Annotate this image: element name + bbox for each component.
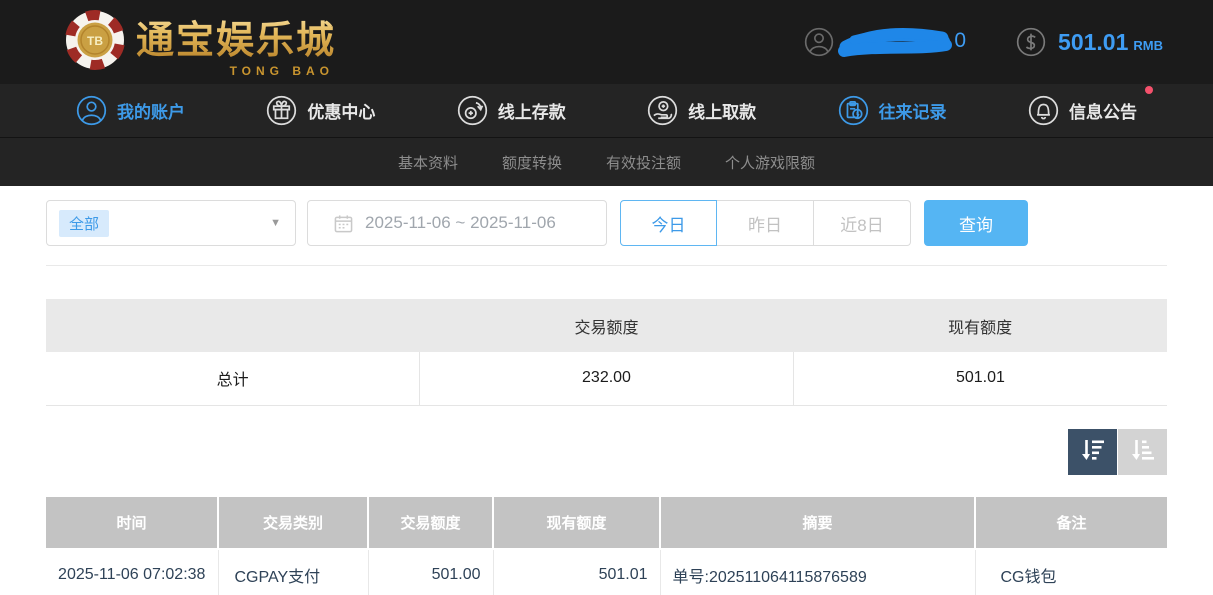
user-area: 0 501.01 RMB bbox=[804, 22, 1163, 62]
record-type: CGPAY支付 bbox=[218, 549, 368, 595]
section-divider bbox=[46, 265, 1167, 266]
casino-chip-icon: TB bbox=[64, 9, 126, 76]
quick-range-group: 今日 昨日 近8日 bbox=[620, 200, 911, 246]
summary-header-transaction-amount: 交易额度 bbox=[420, 299, 794, 352]
records-page: 全部 ▼ 2025-11-06 ~ 2025-11-06 今日 昨日 近8日 查 bbox=[0, 186, 1213, 595]
date-range-value: 2025-11-06 ~ 2025-11-06 bbox=[365, 213, 556, 233]
top-header: TB 通宝娱乐城 TONG BAO 0 bbox=[0, 0, 1213, 84]
nav-item-my-account[interactable]: 我的账户 bbox=[76, 95, 185, 126]
sort-controls bbox=[46, 429, 1167, 475]
subnav-item-quota-transfer[interactable]: 额度转换 bbox=[502, 152, 562, 173]
nav-item-promotions[interactable]: 优惠中心 bbox=[266, 95, 375, 126]
chevron-down-icon: ▼ bbox=[270, 217, 281, 229]
subnav-item-personal-game-limit[interactable]: 个人游戏限额 bbox=[725, 152, 815, 173]
record-amount: 501.00 bbox=[368, 549, 493, 595]
records-header-time: 时间 bbox=[46, 497, 218, 549]
sort-ascending-icon bbox=[1130, 437, 1156, 466]
brand-name-en: TONG BAO bbox=[230, 64, 334, 78]
record-note: CG钱包 bbox=[975, 549, 1167, 595]
quick-range-today[interactable]: 今日 bbox=[620, 200, 717, 246]
search-button[interactable]: 查询 bbox=[924, 200, 1028, 246]
quick-range-yesterday[interactable]: 昨日 bbox=[717, 200, 814, 246]
sort-ascending-button[interactable] bbox=[1118, 429, 1167, 475]
records-icon bbox=[838, 95, 869, 126]
quick-range-last-8-days[interactable]: 近8日 bbox=[814, 200, 911, 246]
deposit-icon bbox=[457, 95, 488, 126]
summary-transaction-amount: 232.00 bbox=[420, 352, 794, 405]
notification-dot bbox=[1145, 86, 1153, 94]
sort-descending-icon bbox=[1080, 437, 1106, 466]
brand-text: 通宝娱乐城 TONG BAO bbox=[136, 9, 336, 76]
subnav-item-basic-profile[interactable]: 基本资料 bbox=[398, 152, 458, 173]
summary-table: 交易额度 现有额度 总计 232.00 501.01 bbox=[46, 299, 1167, 406]
nav-item-announcements[interactable]: 信息公告 bbox=[1028, 95, 1137, 126]
summary-header-row: 交易额度 现有额度 bbox=[46, 299, 1167, 352]
records-header-amount: 交易额度 bbox=[368, 497, 493, 549]
record-time: 2025-11-06 07:02:38 bbox=[46, 549, 218, 595]
sort-descending-button[interactable] bbox=[1068, 429, 1117, 475]
record-balance: 501.01 bbox=[493, 549, 660, 595]
summary-current-amount: 501.01 bbox=[793, 352, 1167, 405]
brand-name-cn: 通宝娱乐城 bbox=[136, 9, 336, 64]
summary-header-current-amount: 现有额度 bbox=[793, 299, 1167, 352]
selected-type-chip: 全部 bbox=[59, 210, 109, 237]
summary-header-empty bbox=[46, 299, 420, 352]
svg-text:TB: TB bbox=[87, 34, 103, 48]
date-range-input[interactable]: 2025-11-06 ~ 2025-11-06 bbox=[307, 200, 607, 246]
subnav-item-valid-bets[interactable]: 有效投注额 bbox=[606, 152, 681, 173]
records-header-balance: 现有额度 bbox=[493, 497, 660, 549]
records-header-note: 备注 bbox=[975, 497, 1167, 549]
summary-total-row: 总计 232.00 501.01 bbox=[46, 352, 1167, 405]
username-visible-digit: 0 bbox=[954, 29, 966, 53]
summary-total-label: 总计 bbox=[46, 352, 420, 405]
brand-logo[interactable]: TB 通宝娱乐城 TONG BAO bbox=[64, 9, 336, 76]
user-icon bbox=[76, 95, 107, 126]
records-header-summary: 摘要 bbox=[660, 497, 975, 549]
records-header-row: 时间 交易类别 交易额度 现有额度 摘要 备注 bbox=[46, 497, 1167, 549]
withdraw-icon bbox=[647, 95, 678, 126]
calendar-icon bbox=[334, 214, 353, 233]
gift-icon bbox=[266, 95, 297, 126]
records-table: 时间 交易类别 交易额度 现有额度 摘要 备注 2025-11-06 07:02… bbox=[46, 497, 1167, 595]
user-avatar-icon[interactable] bbox=[804, 27, 834, 57]
balance-amount: 501.01 bbox=[1058, 29, 1128, 56]
transaction-type-select[interactable]: 全部 ▼ bbox=[46, 200, 296, 246]
nav-item-withdraw[interactable]: 线上取款 bbox=[647, 95, 756, 126]
bell-icon bbox=[1028, 95, 1059, 126]
table-row: 2025-11-06 07:02:38 CGPAY支付 501.00 501.0… bbox=[46, 549, 1167, 595]
main-navigation: 我的账户 优惠中心 线上存款 bbox=[0, 84, 1213, 137]
record-summary: 单号:202511064115876589 bbox=[660, 549, 975, 595]
filter-row: 全部 ▼ 2025-11-06 ~ 2025-11-06 今日 昨日 近8日 查 bbox=[46, 200, 1167, 246]
balance-currency: RMB bbox=[1133, 32, 1163, 53]
nav-item-deposit[interactable]: 线上存款 bbox=[457, 95, 566, 126]
records-header-type: 交易类别 bbox=[218, 497, 368, 549]
nav-item-transaction-records[interactable]: 往来记录 bbox=[838, 95, 947, 126]
account-subnav: 基本资料 额度转换 有效投注额 个人游戏限额 bbox=[0, 137, 1213, 186]
dollar-coin-icon bbox=[1016, 27, 1046, 57]
username-redaction-scribble[interactable]: 0 bbox=[838, 22, 960, 62]
